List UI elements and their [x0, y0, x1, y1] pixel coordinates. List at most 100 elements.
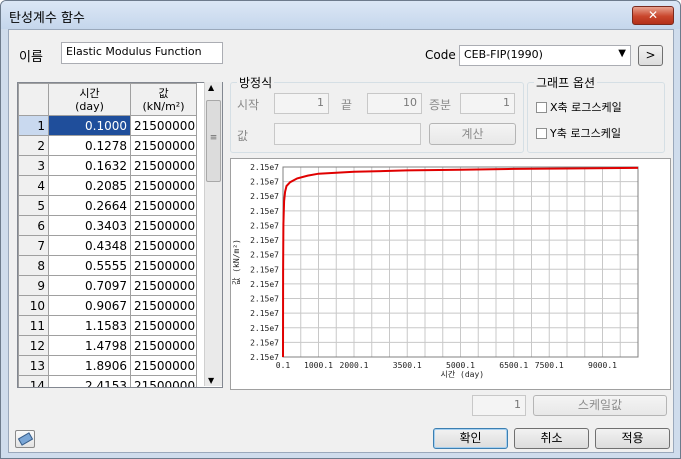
table-row[interactable]: 10 0.9067 21500000.: [18, 295, 197, 316]
y-tick-label: 2.15e7: [250, 251, 279, 260]
dialog-window: 탄성계수 함수 ✕ 이름 Elastic Modulus Function Co…: [0, 0, 681, 459]
time-cell[interactable]: 1.8906: [48, 355, 131, 376]
value-cell[interactable]: 21500000.: [130, 115, 197, 136]
table-row[interactable]: 5 0.2664 21500000.: [18, 195, 197, 216]
table-row[interactable]: 4 0.2085 21500000.: [18, 175, 197, 196]
value-cell[interactable]: 21500000.: [130, 335, 197, 356]
value-cell[interactable]: 21500000.: [130, 235, 197, 256]
table-scrollbar[interactable]: ▲ ≡ ▼: [204, 82, 222, 386]
row-number[interactable]: 1: [18, 115, 49, 136]
time-cell[interactable]: 0.1278: [48, 135, 131, 156]
value-cell[interactable]: 21500000.: [130, 255, 197, 276]
y-tick-label: 2.15e7: [250, 207, 279, 216]
y-axis-label: 값 (kN/m²): [231, 239, 241, 285]
increment-input[interactable]: 1: [460, 93, 515, 114]
value-cell[interactable]: 21500000.: [130, 295, 197, 316]
x-tick-label: 1000.1: [304, 361, 333, 370]
value-cell[interactable]: 21500000.: [130, 215, 197, 236]
row-number[interactable]: 10: [18, 295, 49, 316]
value-input[interactable]: [274, 123, 421, 145]
time-cell[interactable]: 0.1000: [48, 115, 131, 136]
value-cell[interactable]: 21500000.: [130, 275, 197, 296]
y-tick-label: 2.15e7: [250, 221, 279, 230]
end-input[interactable]: 10: [367, 93, 422, 114]
row-number[interactable]: 2: [18, 135, 49, 156]
time-cell[interactable]: 1.4798: [48, 335, 131, 356]
table-row[interactable]: 14 2.4153 21500000.: [18, 375, 197, 387]
row-number[interactable]: 8: [18, 255, 49, 276]
y-tick-label: 2.15e7: [250, 265, 279, 274]
x-tick-label: 0.1: [276, 361, 291, 370]
y-tick-label: 2.15e7: [250, 324, 279, 333]
data-table: 시간 (day) 값 (kN/m²) 1 0.1000 21500000. 2 0.1278…: [17, 82, 223, 388]
table-row[interactable]: 7 0.4348 21500000.: [18, 235, 197, 256]
equation-group: 방정식 시작 1 끝 10 증분 1 값 계산: [230, 74, 524, 153]
time-cell[interactable]: 1.1583: [48, 315, 131, 336]
ok-button[interactable]: 확인: [433, 428, 508, 449]
table-row[interactable]: 13 1.8906 21500000.: [18, 355, 197, 376]
eraser-button[interactable]: [15, 430, 35, 448]
row-number[interactable]: 12: [18, 335, 49, 356]
cancel-button[interactable]: 취소: [514, 428, 589, 449]
scale-input[interactable]: 1: [472, 395, 526, 416]
scroll-up-icon[interactable]: ▲: [208, 83, 214, 92]
time-cell[interactable]: 0.2085: [48, 175, 131, 196]
time-cell[interactable]: 2.4153: [48, 375, 131, 387]
apply-button[interactable]: 적용: [595, 428, 670, 449]
name-input[interactable]: Elastic Modulus Function: [61, 42, 223, 64]
time-cell[interactable]: 0.2664: [48, 195, 131, 216]
calculate-button[interactable]: 계산: [429, 123, 516, 145]
table-row[interactable]: 3 0.1632 21500000.: [18, 155, 197, 176]
code-select[interactable]: CEB-FIP(1990) ▼: [459, 45, 631, 66]
scroll-thumb[interactable]: ≡: [206, 100, 221, 182]
dialog-body: 이름 Elastic Modulus Function Code CEB-FIP…: [8, 29, 674, 453]
value-cell[interactable]: 21500000.: [130, 175, 197, 196]
table-row[interactable]: 12 1.4798 21500000.: [18, 335, 197, 356]
value-cell[interactable]: 21500000.: [130, 355, 197, 376]
close-button[interactable]: ✕: [632, 6, 674, 25]
table-row[interactable]: 9 0.7097 21500000.: [18, 275, 197, 296]
row-number[interactable]: 6: [18, 215, 49, 236]
value-cell[interactable]: 21500000.: [130, 155, 197, 176]
window-title: 탄성계수 함수: [9, 11, 85, 26]
code-detail-button[interactable]: >: [638, 45, 663, 66]
row-number[interactable]: 4: [18, 175, 49, 196]
time-cell[interactable]: 0.4348: [48, 235, 131, 256]
scale-button[interactable]: 스케일값: [533, 395, 667, 416]
row-number[interactable]: 11: [18, 315, 49, 336]
table-row[interactable]: 2 0.1278 21500000.: [18, 135, 197, 156]
table-row[interactable]: 8 0.5555 21500000.: [18, 255, 197, 276]
row-number[interactable]: 14: [18, 375, 49, 387]
time-cell[interactable]: 0.1632: [48, 155, 131, 176]
time-cell[interactable]: 0.9067: [48, 295, 131, 316]
col-header-value[interactable]: 값 (kN/m²): [130, 83, 197, 116]
start-input[interactable]: 1: [274, 93, 329, 114]
scroll-down-icon[interactable]: ▼: [208, 376, 214, 385]
table-row[interactable]: 11 1.1583 21500000.: [18, 315, 197, 336]
time-cell[interactable]: 0.3403: [48, 215, 131, 236]
time-cell[interactable]: 0.7097: [48, 275, 131, 296]
x-tick-label: 9000.1: [588, 361, 617, 370]
row-number[interactable]: 13: [18, 355, 49, 376]
row-number[interactable]: 7: [18, 235, 49, 256]
code-label: Code: [425, 48, 456, 62]
value-cell[interactable]: 21500000.: [130, 315, 197, 336]
col-header-time[interactable]: 시간 (day): [48, 83, 131, 116]
code-select-value: CEB-FIP(1990): [464, 48, 543, 61]
y-log-checkbox[interactable]: Y축 로그스케일: [536, 125, 621, 141]
row-number[interactable]: 3: [18, 155, 49, 176]
table-row[interactable]: 1 0.1000 21500000.: [18, 115, 197, 136]
name-label: 이름: [19, 50, 43, 65]
table-row[interactable]: 6 0.3403 21500000.: [18, 215, 197, 236]
value-cell[interactable]: 21500000.: [130, 195, 197, 216]
row-number[interactable]: 5: [18, 195, 49, 216]
value-cell[interactable]: 21500000.: [130, 375, 197, 387]
eraser-icon: [17, 432, 34, 446]
value-cell[interactable]: 21500000.: [130, 135, 197, 156]
y-tick-label: 2.15e7: [250, 338, 279, 347]
row-header-corner: [18, 83, 49, 116]
row-number[interactable]: 9: [18, 275, 49, 296]
checkbox-icon: [536, 128, 547, 139]
x-log-checkbox[interactable]: X축 로그스케일: [536, 99, 622, 115]
time-cell[interactable]: 0.5555: [48, 255, 131, 276]
